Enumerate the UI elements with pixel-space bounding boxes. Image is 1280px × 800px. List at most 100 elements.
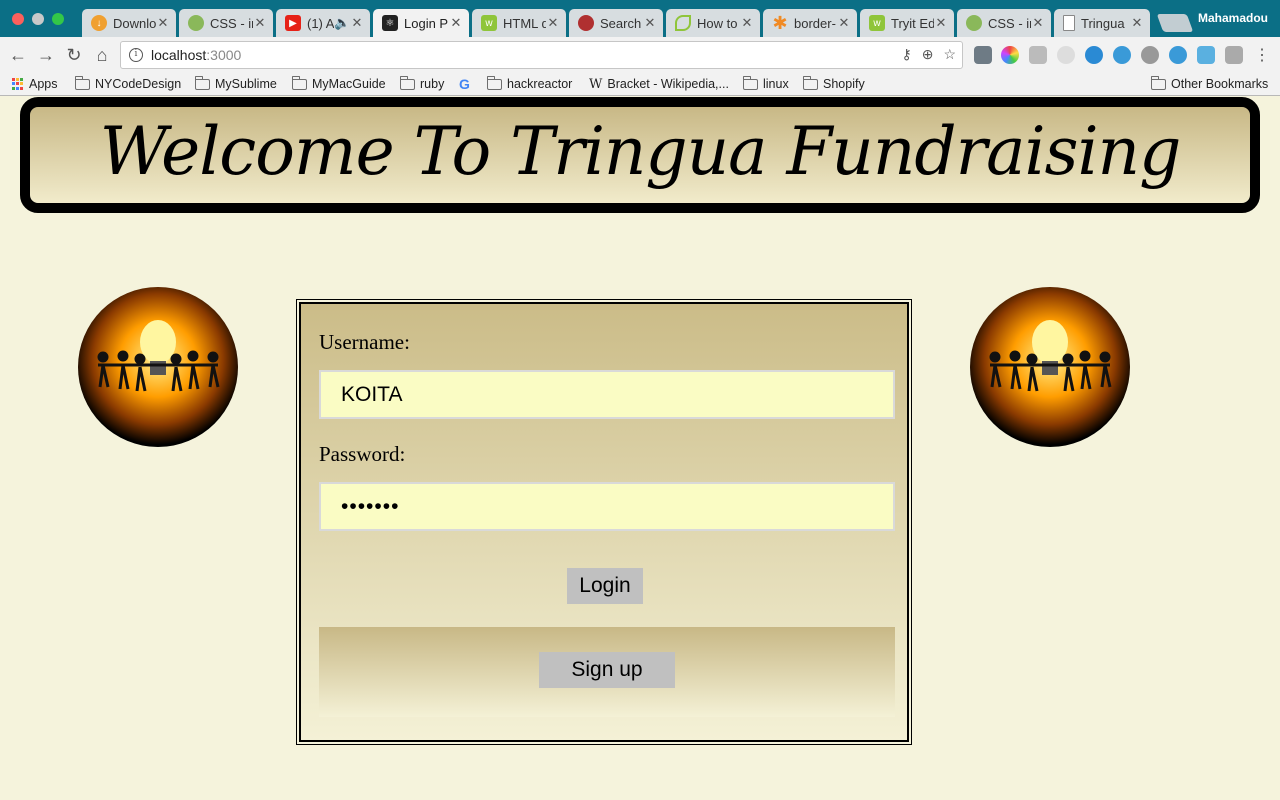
- audio-icon: 🔈: [334, 15, 351, 30]
- bookmark-nycodedesign[interactable]: NYCodeDesign: [75, 75, 181, 93]
- folder-icon: [75, 75, 90, 90]
- lightbulb-people-image-right: [970, 287, 1130, 447]
- close-icon[interactable]: ✕: [1130, 15, 1144, 31]
- home-button[interactable]: ⌂: [90, 43, 114, 67]
- close-icon[interactable]: ✕: [546, 15, 560, 31]
- bookmark-hackreactor[interactable]: hackreactor: [487, 75, 572, 93]
- password-label: Password:: [319, 442, 406, 466]
- w3schools-icon: w: [869, 15, 885, 31]
- close-icon[interactable]: ✕: [253, 15, 267, 31]
- close-icon[interactable]: ✕: [837, 15, 851, 31]
- page-icon: [1063, 15, 1075, 31]
- google-icon: G: [459, 76, 470, 92]
- sync-icon[interactable]: [1169, 46, 1187, 64]
- sync-icon[interactable]: [1113, 46, 1131, 64]
- bookmark-ruby[interactable]: ruby: [400, 75, 444, 93]
- signup-button[interactable]: Sign up: [539, 652, 675, 688]
- tab-youtube[interactable]: ▶ (1) A 🔈 ✕: [276, 9, 370, 37]
- other-bookmarks[interactable]: Other Bookmarks: [1151, 75, 1268, 93]
- key-icon[interactable]: ⚷: [901, 46, 911, 63]
- close-window-button[interactable]: [12, 13, 24, 25]
- folder-icon: [400, 75, 415, 90]
- bookmark-shopify[interactable]: Shopify: [803, 75, 865, 93]
- close-icon[interactable]: ✕: [449, 15, 463, 31]
- eyedropper-icon[interactable]: [974, 46, 992, 64]
- menu-icon[interactable]: ⋮: [1250, 43, 1274, 67]
- ninja-icon: [578, 15, 594, 31]
- signup-panel: Sign up: [319, 627, 895, 717]
- bookmark-mymacguide[interactable]: MyMacGuide: [292, 75, 386, 93]
- reload-button[interactable]: ↻: [62, 43, 86, 67]
- ninja-extension-icon[interactable]: [1141, 46, 1159, 64]
- search-extension-icon[interactable]: [1085, 46, 1103, 64]
- folder-icon: [195, 75, 210, 90]
- zoom-icon[interactable]: ⊕: [922, 46, 934, 63]
- extension-icon[interactable]: [1197, 46, 1215, 64]
- folder-icon: [743, 75, 758, 90]
- android-icon: [966, 15, 982, 31]
- tab-tryit[interactable]: w Tryit Ed ✕: [860, 9, 954, 37]
- bookmark-google[interactable]: G: [459, 75, 470, 93]
- profile-name[interactable]: Mahamadou: [1198, 11, 1268, 25]
- back-button[interactable]: ←: [6, 43, 30, 67]
- extension-icon[interactable]: [1225, 46, 1243, 64]
- extension-icon[interactable]: [1057, 46, 1075, 64]
- tab-how-to[interactable]: How to ✕: [666, 9, 760, 37]
- bookmark-apps[interactable]: Apps: [12, 75, 58, 93]
- tab-css-2[interactable]: CSS - ir ✕: [957, 9, 1051, 37]
- download-icon: ↓: [91, 15, 107, 31]
- grid-extension-icon[interactable]: [1029, 46, 1047, 64]
- tab-login[interactable]: ⚛ Login P ✕: [373, 9, 469, 37]
- folder-icon: [1151, 75, 1166, 90]
- login-button[interactable]: Login: [567, 568, 643, 604]
- lightbulb-icon: [97, 320, 220, 392]
- new-tab-button[interactable]: [1156, 14, 1194, 32]
- close-icon[interactable]: ✕: [350, 15, 364, 31]
- tab-border[interactable]: ✱ border- ✕: [763, 9, 857, 37]
- tab-html[interactable]: w HTML d ✕: [472, 9, 566, 37]
- url-text: localhost:3000: [151, 47, 242, 63]
- lightbulb-icon: [989, 320, 1112, 392]
- browser-toolbar: ← → ↻ ⌂ i localhost:3000 ⚷ ⊕ ☆ ⋮: [0, 37, 1280, 72]
- bookmark-mysublime[interactable]: MySublime: [195, 75, 277, 93]
- welcome-banner: Welcome To Tringua Fundraising: [20, 97, 1260, 213]
- username-input[interactable]: [319, 370, 895, 419]
- color-picker-icon[interactable]: [1001, 46, 1019, 64]
- login-form-panel: Username: Password: ••••••• Login Sign u…: [299, 302, 909, 742]
- maximize-window-button[interactable]: [52, 13, 64, 25]
- android-icon: [188, 15, 204, 31]
- leaf-icon: [675, 15, 691, 31]
- w3schools-icon: w: [481, 15, 497, 31]
- close-icon[interactable]: ✕: [156, 15, 170, 31]
- youtube-icon: ▶: [285, 15, 301, 31]
- close-icon[interactable]: ✕: [740, 15, 754, 31]
- tab-download[interactable]: ↓ Downlo ✕: [82, 9, 176, 37]
- bookmarks-bar: Apps NYCodeDesign MySublime MyMacGuide r…: [0, 72, 1280, 96]
- tab-tringua[interactable]: Tringua ✕: [1054, 9, 1150, 37]
- address-bar[interactable]: i localhost:3000 ⚷ ⊕ ☆: [120, 41, 963, 69]
- tab-search[interactable]: Search ✕: [569, 9, 663, 37]
- folder-icon: [487, 75, 502, 90]
- close-icon[interactable]: ✕: [643, 15, 657, 31]
- close-icon[interactable]: ✕: [934, 15, 948, 31]
- username-label: Username:: [319, 330, 410, 354]
- wikipedia-icon: W: [589, 76, 603, 92]
- apps-grid-icon: [12, 78, 24, 90]
- folder-icon: [803, 75, 818, 90]
- login-form: Username: Password: ••••••• Login Sign u…: [296, 299, 912, 745]
- lightbulb-people-image-left: [78, 287, 238, 447]
- tab-css-1[interactable]: CSS - ir ✕: [179, 9, 273, 37]
- page-title: Welcome To Tringua Fundraising: [99, 112, 1182, 190]
- folder-icon: [292, 75, 307, 90]
- forward-button[interactable]: →: [34, 43, 58, 67]
- minimize-window-button[interactable]: [32, 13, 44, 25]
- close-icon[interactable]: ✕: [1031, 15, 1045, 31]
- page-content: Welcome To Tringua Fundraising Username:…: [0, 97, 1280, 800]
- password-input[interactable]: •••••••: [319, 482, 895, 531]
- bookmark-bracket-wikipedia[interactable]: W Bracket - Wikipedia,...: [589, 75, 729, 93]
- asterisk-icon: ✱: [772, 12, 788, 33]
- bookmark-linux[interactable]: linux: [743, 75, 789, 93]
- tab-strip: ↓ Downlo ✕ CSS - ir ✕ ▶ (1) A 🔈 ✕ ⚛ Logi…: [0, 0, 1280, 37]
- bookmark-star-icon[interactable]: ☆: [943, 46, 956, 63]
- info-icon[interactable]: i: [129, 48, 143, 62]
